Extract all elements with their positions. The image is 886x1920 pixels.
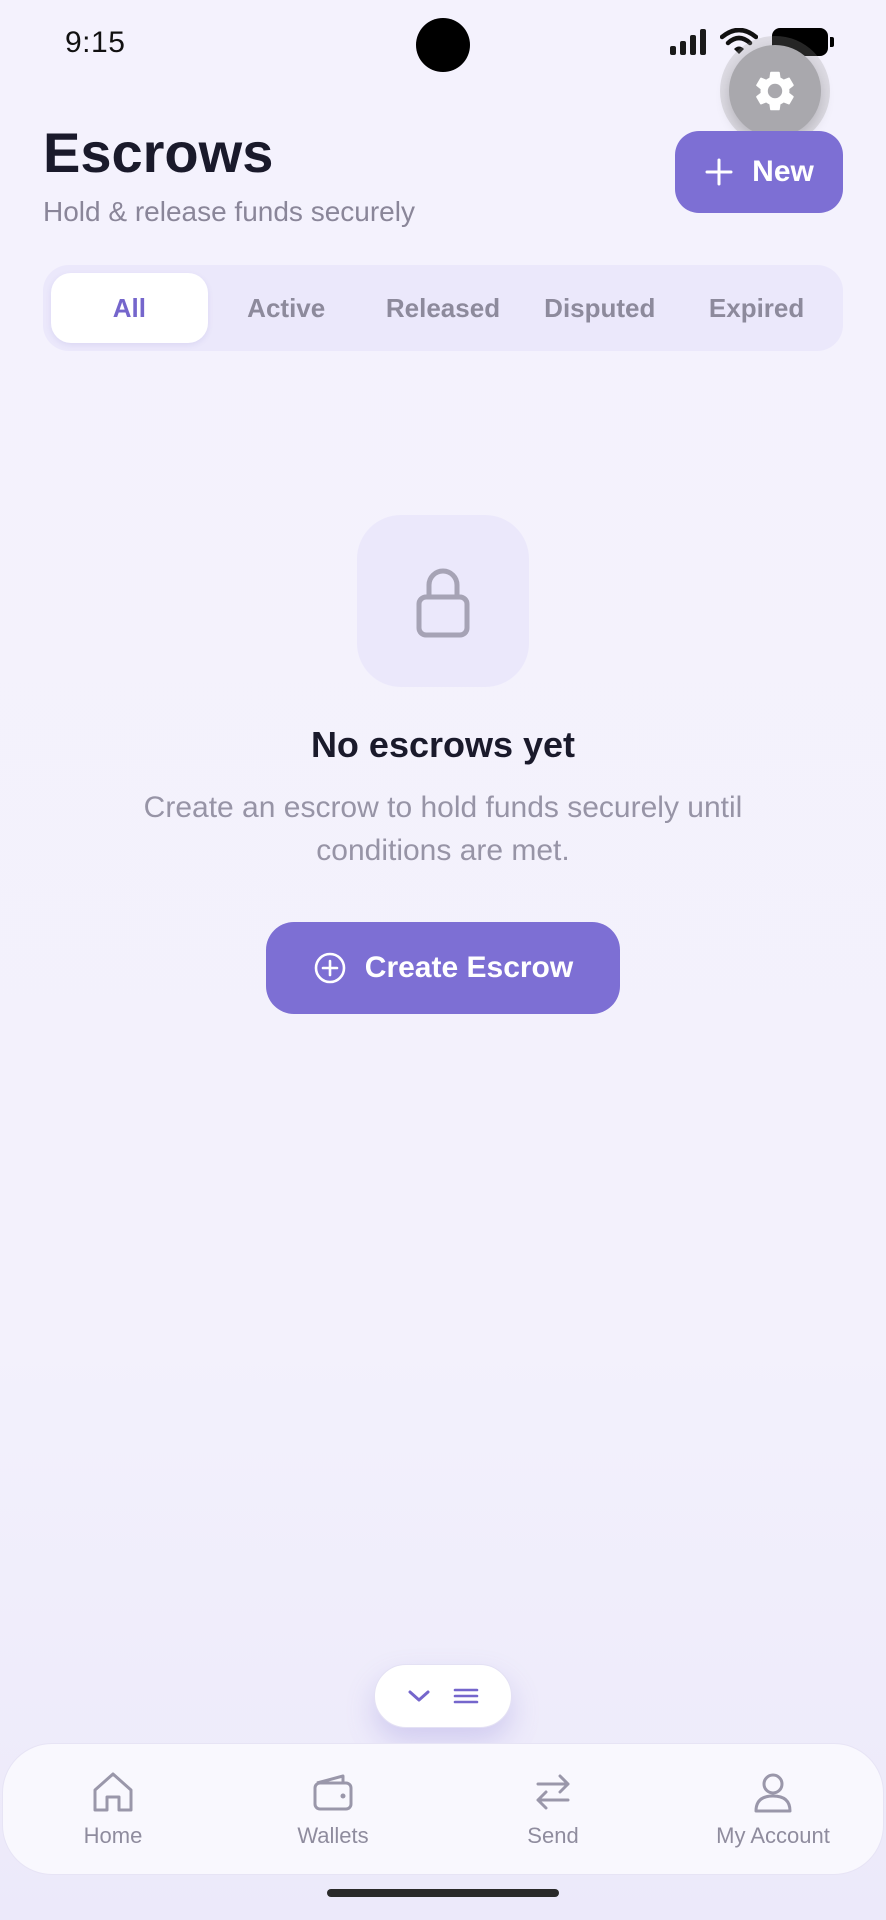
new-escrow-label: New	[752, 155, 814, 188]
tab-disputed[interactable]: Disputed	[521, 273, 678, 343]
home-icon	[93, 1772, 133, 1812]
tab-released[interactable]: Released	[365, 273, 522, 343]
settings-button[interactable]	[720, 36, 830, 146]
empty-state-title: No escrows yet	[310, 724, 576, 765]
nav-label-home: Home	[83, 1823, 143, 1848]
front-camera	[416, 18, 470, 72]
new-escrow-button[interactable]: New	[675, 131, 843, 213]
nav-label-my-account: My Account	[716, 1823, 830, 1848]
tab-expired[interactable]: Expired	[678, 273, 835, 343]
settings-button-inner	[729, 45, 821, 137]
plus-icon	[705, 158, 733, 186]
wallet-icon	[313, 1774, 353, 1811]
nav-item-wallets[interactable]: Wallets	[223, 1769, 443, 1849]
bottom-navigation: Home Wallets Send My Account	[2, 1743, 884, 1875]
nav-label-send: Send	[527, 1823, 579, 1848]
lock-icon	[416, 568, 470, 638]
nav-label-wallets: Wallets	[297, 1823, 369, 1848]
nav-item-send[interactable]: Send	[443, 1769, 663, 1849]
menu-icon	[453, 1688, 479, 1704]
status-time: 9:15	[65, 26, 126, 59]
nav-item-home[interactable]: Home	[3, 1769, 223, 1849]
tab-active[interactable]: Active	[208, 273, 365, 343]
gear-icon	[756, 71, 794, 111]
user-icon	[754, 1773, 792, 1813]
signal-icon	[670, 29, 706, 55]
filter-tabs: All Active Released Disputed Expired	[43, 265, 843, 351]
nav-item-my-account[interactable]: My Account	[663, 1769, 883, 1849]
create-escrow-button[interactable]: Create Escrow	[266, 922, 620, 1014]
create-escrow-label: Create Escrow	[364, 951, 574, 984]
escrows-screen: 9:15 Escrows Hold & release funds secure…	[0, 0, 886, 1920]
empty-state-icon-tile	[357, 515, 529, 687]
plus-circle-icon	[314, 952, 346, 984]
nav-toggle-pill[interactable]	[374, 1664, 512, 1728]
swap-icon	[536, 1774, 570, 1810]
tab-all[interactable]: All	[51, 273, 208, 343]
page-title: Escrows	[43, 121, 274, 184]
page-subtitle: Hold & release funds securely	[43, 196, 415, 227]
chevron-down-icon	[408, 1690, 430, 1702]
home-indicator[interactable]	[327, 1889, 559, 1897]
empty-state-description: Create an escrow to hold funds securely …	[143, 791, 743, 867]
